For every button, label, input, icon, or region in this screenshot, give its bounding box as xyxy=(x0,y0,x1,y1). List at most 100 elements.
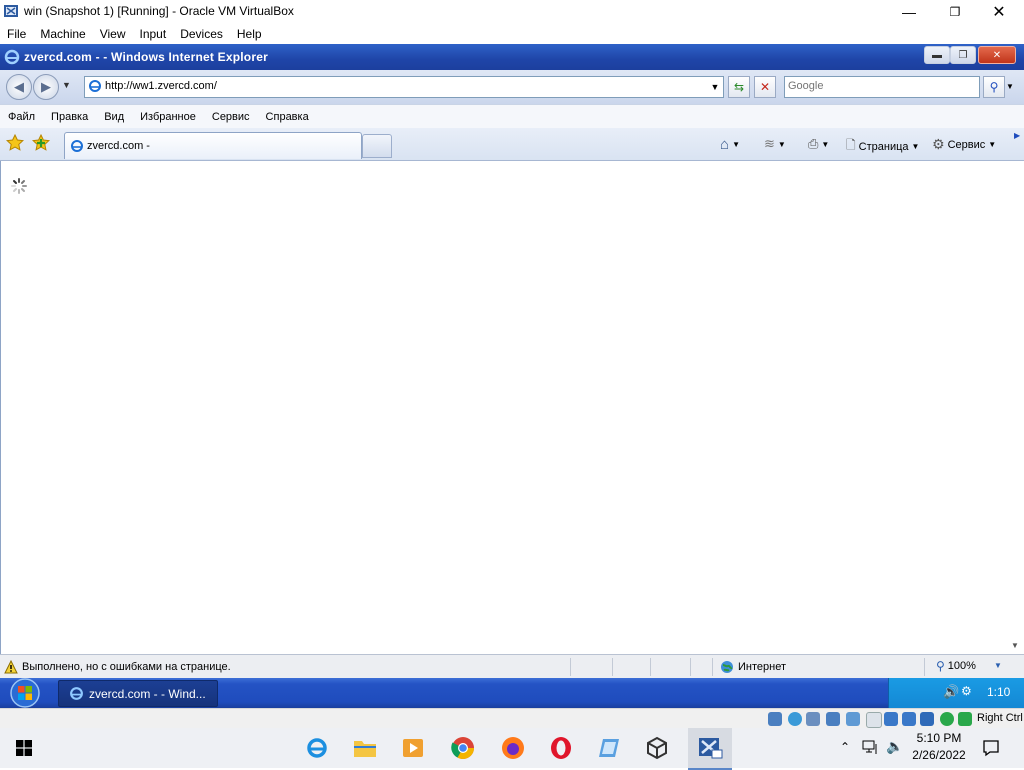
show-hidden-icons-chevron[interactable]: ⌃ xyxy=(840,740,850,754)
volume-icon[interactable]: 🔊 xyxy=(943,684,959,700)
taskbar-app-blue[interactable] xyxy=(594,733,624,763)
ie-restore-button[interactable]: ❐ xyxy=(950,46,976,64)
stop-button[interactable]: ✕ xyxy=(754,76,776,98)
host-date: 2/26/2022 xyxy=(912,748,966,762)
new-tab-button[interactable] xyxy=(362,134,392,158)
network-icon[interactable] xyxy=(862,740,880,756)
ie-menu-tools[interactable]: Сервис xyxy=(204,111,258,123)
stop-icon: ✕ xyxy=(759,80,771,94)
search-input[interactable] xyxy=(788,78,974,94)
minimize-icon: ▬ xyxy=(932,49,942,61)
close-button[interactable]: ✕ xyxy=(976,0,1022,23)
xp-system-tray: 🔊 ⚙ 1:10 xyxy=(888,678,1024,708)
ie-menu-edit[interactable]: Правка xyxy=(43,111,96,123)
add-favorite-icon[interactable] xyxy=(32,134,50,152)
start-button[interactable] xyxy=(6,678,44,708)
address-dropdown[interactable]: ▼ xyxy=(707,77,723,97)
vertical-scrollbar[interactable]: ▼ xyxy=(1007,161,1024,654)
network-icon[interactable] xyxy=(826,712,840,726)
chevron-down-icon: ▼ xyxy=(994,661,1002,670)
optical-drive-icon[interactable] xyxy=(788,712,802,726)
ie-close-button[interactable]: ✕ xyxy=(978,46,1016,64)
taskbar-item-ie[interactable]: zvercd.com - - Wind... xyxy=(58,680,218,707)
page-content-area[interactable] xyxy=(0,161,1008,654)
refresh-button[interactable]: ⇆ xyxy=(728,76,750,98)
menu-view[interactable]: View xyxy=(93,27,133,41)
minimize-icon: — xyxy=(902,3,916,20)
opera-icon xyxy=(551,737,571,759)
vbox-menu-bar: File Machine View Input Devices Help xyxy=(0,23,1024,44)
chevron-down-icon: ▼ xyxy=(62,80,71,90)
taskbar-file-explorer[interactable] xyxy=(350,733,380,763)
status-message: Выполнено, но с ошибками на странице. xyxy=(22,661,231,673)
menu-machine[interactable]: Machine xyxy=(33,27,92,41)
ie-menu-help[interactable]: Справка xyxy=(258,111,317,123)
tab-zvercd[interactable]: zvercd.com - xyxy=(64,132,362,159)
recent-pages-dropdown[interactable]: ▼ xyxy=(62,80,71,90)
xp-taskbar: zvercd.com - - Wind... EN 🔊 ⚙ 1:10 xyxy=(0,678,1024,708)
taskbar-item-label: zvercd.com - - Wind... xyxy=(89,687,206,701)
search-icon: ⚲ xyxy=(989,80,999,94)
scroll-down-icon[interactable]: ▼ xyxy=(1011,641,1019,650)
menu-devices[interactable]: Devices xyxy=(173,27,230,41)
forward-button[interactable]: ▶ xyxy=(33,74,59,100)
virtualbox-icon xyxy=(4,5,18,17)
warning-icon[interactable] xyxy=(4,660,18,674)
vt-x-icon[interactable] xyxy=(920,712,934,726)
search-box[interactable] xyxy=(784,76,980,98)
home-button[interactable]: ⌂ ▼ xyxy=(720,136,740,153)
ie-menu-view[interactable]: Вид xyxy=(96,111,132,123)
zoom-icon: ⚲ xyxy=(936,659,945,673)
usb-icon[interactable] xyxy=(846,712,860,726)
ie-menu-file[interactable]: Файл xyxy=(0,111,43,123)
favorites-star-icon[interactable] xyxy=(6,134,24,152)
speaker-icon[interactable]: 🔈 xyxy=(886,738,903,755)
page-icon: 🗋 xyxy=(846,138,856,152)
recording-icon[interactable] xyxy=(902,712,916,726)
notifications-icon[interactable] xyxy=(982,739,1000,757)
shared-folders-icon[interactable] xyxy=(866,712,882,728)
xp-clock: 1:10 xyxy=(987,685,1011,699)
host-key-label: Right Ctrl xyxy=(977,712,1023,724)
tray-tools-icon[interactable]: ⚙ xyxy=(961,684,972,698)
toolbar-overflow-chevron[interactable]: ▶ xyxy=(1014,131,1020,140)
taskbar-media-player[interactable] xyxy=(398,733,428,763)
taskbar-ie[interactable] xyxy=(302,733,332,763)
feeds-button[interactable]: ≋ ▼ xyxy=(764,136,786,152)
virtualbox-xp-icon xyxy=(699,738,723,759)
maximize-button[interactable]: ❐ xyxy=(932,0,978,23)
back-button[interactable]: ◀ xyxy=(6,74,32,100)
ie-menu-favorites[interactable]: Избранное xyxy=(132,111,204,123)
search-options-dropdown[interactable]: ▼ xyxy=(1006,82,1014,91)
search-button[interactable]: ⚲ xyxy=(983,76,1005,98)
print-button[interactable]: ⎙ ▼ xyxy=(808,136,829,152)
keyboard-capture-icon[interactable] xyxy=(958,712,972,726)
minimize-button[interactable]: — xyxy=(886,0,932,23)
display-icon[interactable] xyxy=(884,712,898,726)
loading-spinner-icon xyxy=(11,178,27,194)
address-input[interactable] xyxy=(105,78,703,94)
audio-icon[interactable] xyxy=(806,712,820,726)
page-menu-button[interactable]: 🗋 Страница ▼ xyxy=(846,136,919,157)
storage-icon[interactable] xyxy=(768,712,782,726)
menu-input[interactable]: Input xyxy=(133,27,174,41)
taskbar-opera[interactable] xyxy=(546,733,576,763)
windows-start-icon[interactable] xyxy=(16,740,32,756)
address-bar[interactable]: ▼ xyxy=(84,76,724,98)
taskbar-virtualbox-vm[interactable] xyxy=(688,728,732,770)
menu-file[interactable]: File xyxy=(0,27,33,41)
taskbar-chrome[interactable] xyxy=(448,733,478,763)
taskbar-virtualbox-manager[interactable] xyxy=(642,733,672,763)
tools-menu-button[interactable]: ⚙ Сервис ▼ xyxy=(932,136,996,153)
host-clock[interactable]: 5:10 PM 2/26/2022 xyxy=(904,731,974,762)
zoom-control[interactable]: ⚲ 100% xyxy=(936,659,976,673)
zoom-level: 100% xyxy=(947,660,976,672)
taskbar-firefox[interactable] xyxy=(498,733,528,763)
zoom-dropdown[interactable]: ▼ xyxy=(994,661,1002,670)
ie-minimize-button[interactable]: ▬ xyxy=(924,46,950,64)
chevron-right-icon: ▶ xyxy=(1014,131,1021,140)
restore-icon: ❐ xyxy=(958,49,968,61)
chevron-down-icon: ▼ xyxy=(988,140,997,149)
mouse-integration-icon[interactable] xyxy=(940,712,954,726)
menu-help[interactable]: Help xyxy=(230,27,269,41)
